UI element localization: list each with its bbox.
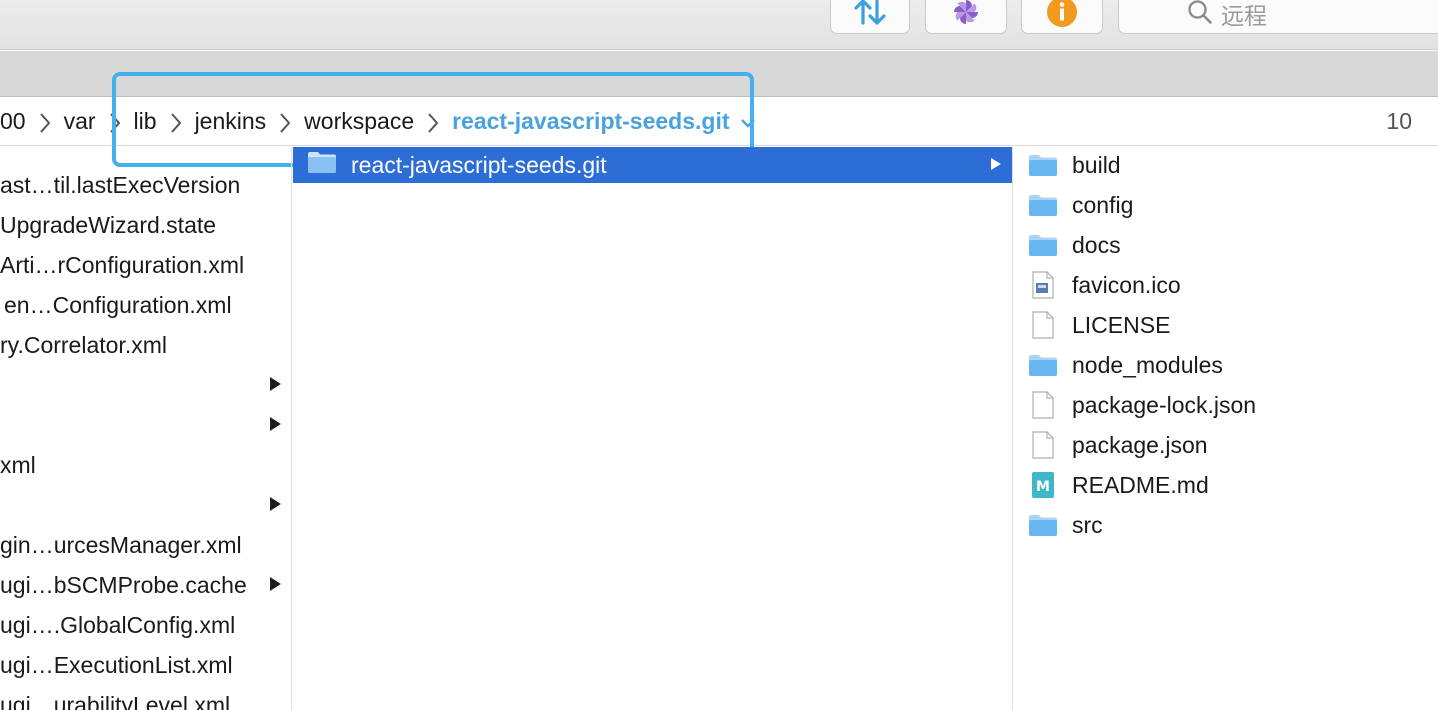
path-bar: 00 var lib jenkins workspace react-javas… bbox=[0, 98, 1438, 146]
column-2: react-javascript-seeds.git bbox=[293, 147, 1013, 710]
info-icon bbox=[1046, 0, 1078, 33]
search-placeholder: 远程 bbox=[1221, 4, 1267, 30]
chevron-right-icon bbox=[96, 108, 134, 135]
folder-icon bbox=[1028, 191, 1058, 219]
list-item[interactable]: xml bbox=[0, 447, 291, 483]
selected-folder-row[interactable]: react-javascript-seeds.git bbox=[293, 147, 1012, 183]
image-file-icon bbox=[1028, 271, 1058, 299]
folder-icon bbox=[1028, 151, 1058, 179]
toolbar: 远程 bbox=[0, 0, 1438, 50]
list-item[interactable]: ugi…ExecutionList.xml bbox=[0, 647, 291, 683]
search-field[interactable]: 远程 bbox=[1118, 0, 1438, 34]
svg-text:M: M bbox=[1036, 479, 1050, 495]
path-crumb-00[interactable]: 00 bbox=[0, 108, 26, 135]
disclosure-arrow-icon bbox=[270, 577, 281, 591]
sync-button[interactable] bbox=[830, 0, 910, 34]
list-item[interactable]: node_modules bbox=[1014, 347, 1438, 383]
tab-bar bbox=[0, 51, 1438, 97]
list-item[interactable]: gin…urcesManager.xml bbox=[0, 527, 291, 563]
list-item[interactable]: UpgradeWizard.state bbox=[0, 207, 291, 243]
chevron-down-icon[interactable] bbox=[740, 108, 756, 135]
search-icon bbox=[1187, 0, 1213, 30]
list-item[interactable]: ast…til.lastExecVersion bbox=[0, 167, 291, 203]
folder-icon bbox=[307, 150, 337, 180]
list-item[interactable]: ugi…bSCMProbe.cache bbox=[0, 567, 291, 603]
folder-icon bbox=[1028, 231, 1058, 259]
markdown-file-icon: M bbox=[1028, 471, 1058, 499]
list-item[interactable]: package.json bbox=[1014, 427, 1438, 463]
list-item[interactable] bbox=[0, 487, 291, 523]
list-item[interactable] bbox=[0, 367, 291, 403]
list-item[interactable]: docs bbox=[1014, 227, 1438, 263]
column-1: ast…til.lastExecVersion UpgradeWizard.st… bbox=[0, 147, 292, 710]
chevron-right-icon bbox=[157, 108, 195, 135]
path-crumb-jenkins[interactable]: jenkins bbox=[195, 108, 267, 135]
list-item[interactable]: M README.md bbox=[1014, 467, 1438, 503]
item-count: 10 bbox=[1386, 108, 1412, 134]
list-item[interactable]: LICENSE bbox=[1014, 307, 1438, 343]
selected-folder-label: react-javascript-seeds.git bbox=[351, 151, 607, 178]
path-crumb-var[interactable]: var bbox=[64, 108, 96, 135]
disclosure-arrow-icon bbox=[270, 417, 281, 431]
disclosure-arrow-icon bbox=[270, 377, 281, 391]
list-item[interactable]: ugi….GlobalConfig.xml bbox=[0, 607, 291, 643]
document-icon bbox=[1028, 311, 1058, 339]
chevron-right-icon bbox=[414, 108, 452, 135]
pinwheel-icon bbox=[951, 0, 981, 32]
list-item[interactable]: config bbox=[1014, 187, 1438, 223]
info-button[interactable] bbox=[1021, 0, 1103, 34]
path-crumb-lib[interactable]: lib bbox=[134, 108, 157, 135]
column-3: build config docs favicon.ico LICENSE no… bbox=[1014, 147, 1438, 710]
disclosure-arrow-icon bbox=[991, 158, 1001, 170]
chevron-right-icon bbox=[26, 108, 64, 135]
document-icon bbox=[1028, 391, 1058, 419]
list-item[interactable]: ry.Correlator.xml bbox=[0, 327, 291, 363]
folder-icon bbox=[1028, 511, 1058, 539]
list-item[interactable] bbox=[0, 407, 291, 443]
list-item[interactable]: Arti…rConfiguration.xml bbox=[0, 247, 291, 283]
folder-icon bbox=[1028, 351, 1058, 379]
chevron-right-icon bbox=[266, 108, 304, 135]
list-item[interactable]: src bbox=[1014, 507, 1438, 543]
list-item[interactable]: favicon.ico bbox=[1014, 267, 1438, 303]
list-item[interactable]: en…Configuration.xml bbox=[0, 287, 291, 323]
path-crumb-workspace[interactable]: workspace bbox=[304, 108, 414, 135]
list-item[interactable]: ugi…urabilityLevel.xml bbox=[0, 687, 291, 710]
list-item[interactable]: package-lock.json bbox=[1014, 387, 1438, 423]
disclosure-arrow-icon bbox=[270, 497, 281, 511]
pinwheel-button[interactable] bbox=[925, 0, 1007, 34]
list-item[interactable]: build bbox=[1014, 147, 1438, 183]
up-down-arrows-icon bbox=[850, 0, 890, 32]
path-crumb-current[interactable]: react-javascript-seeds.git bbox=[452, 108, 729, 135]
document-icon bbox=[1028, 431, 1058, 459]
